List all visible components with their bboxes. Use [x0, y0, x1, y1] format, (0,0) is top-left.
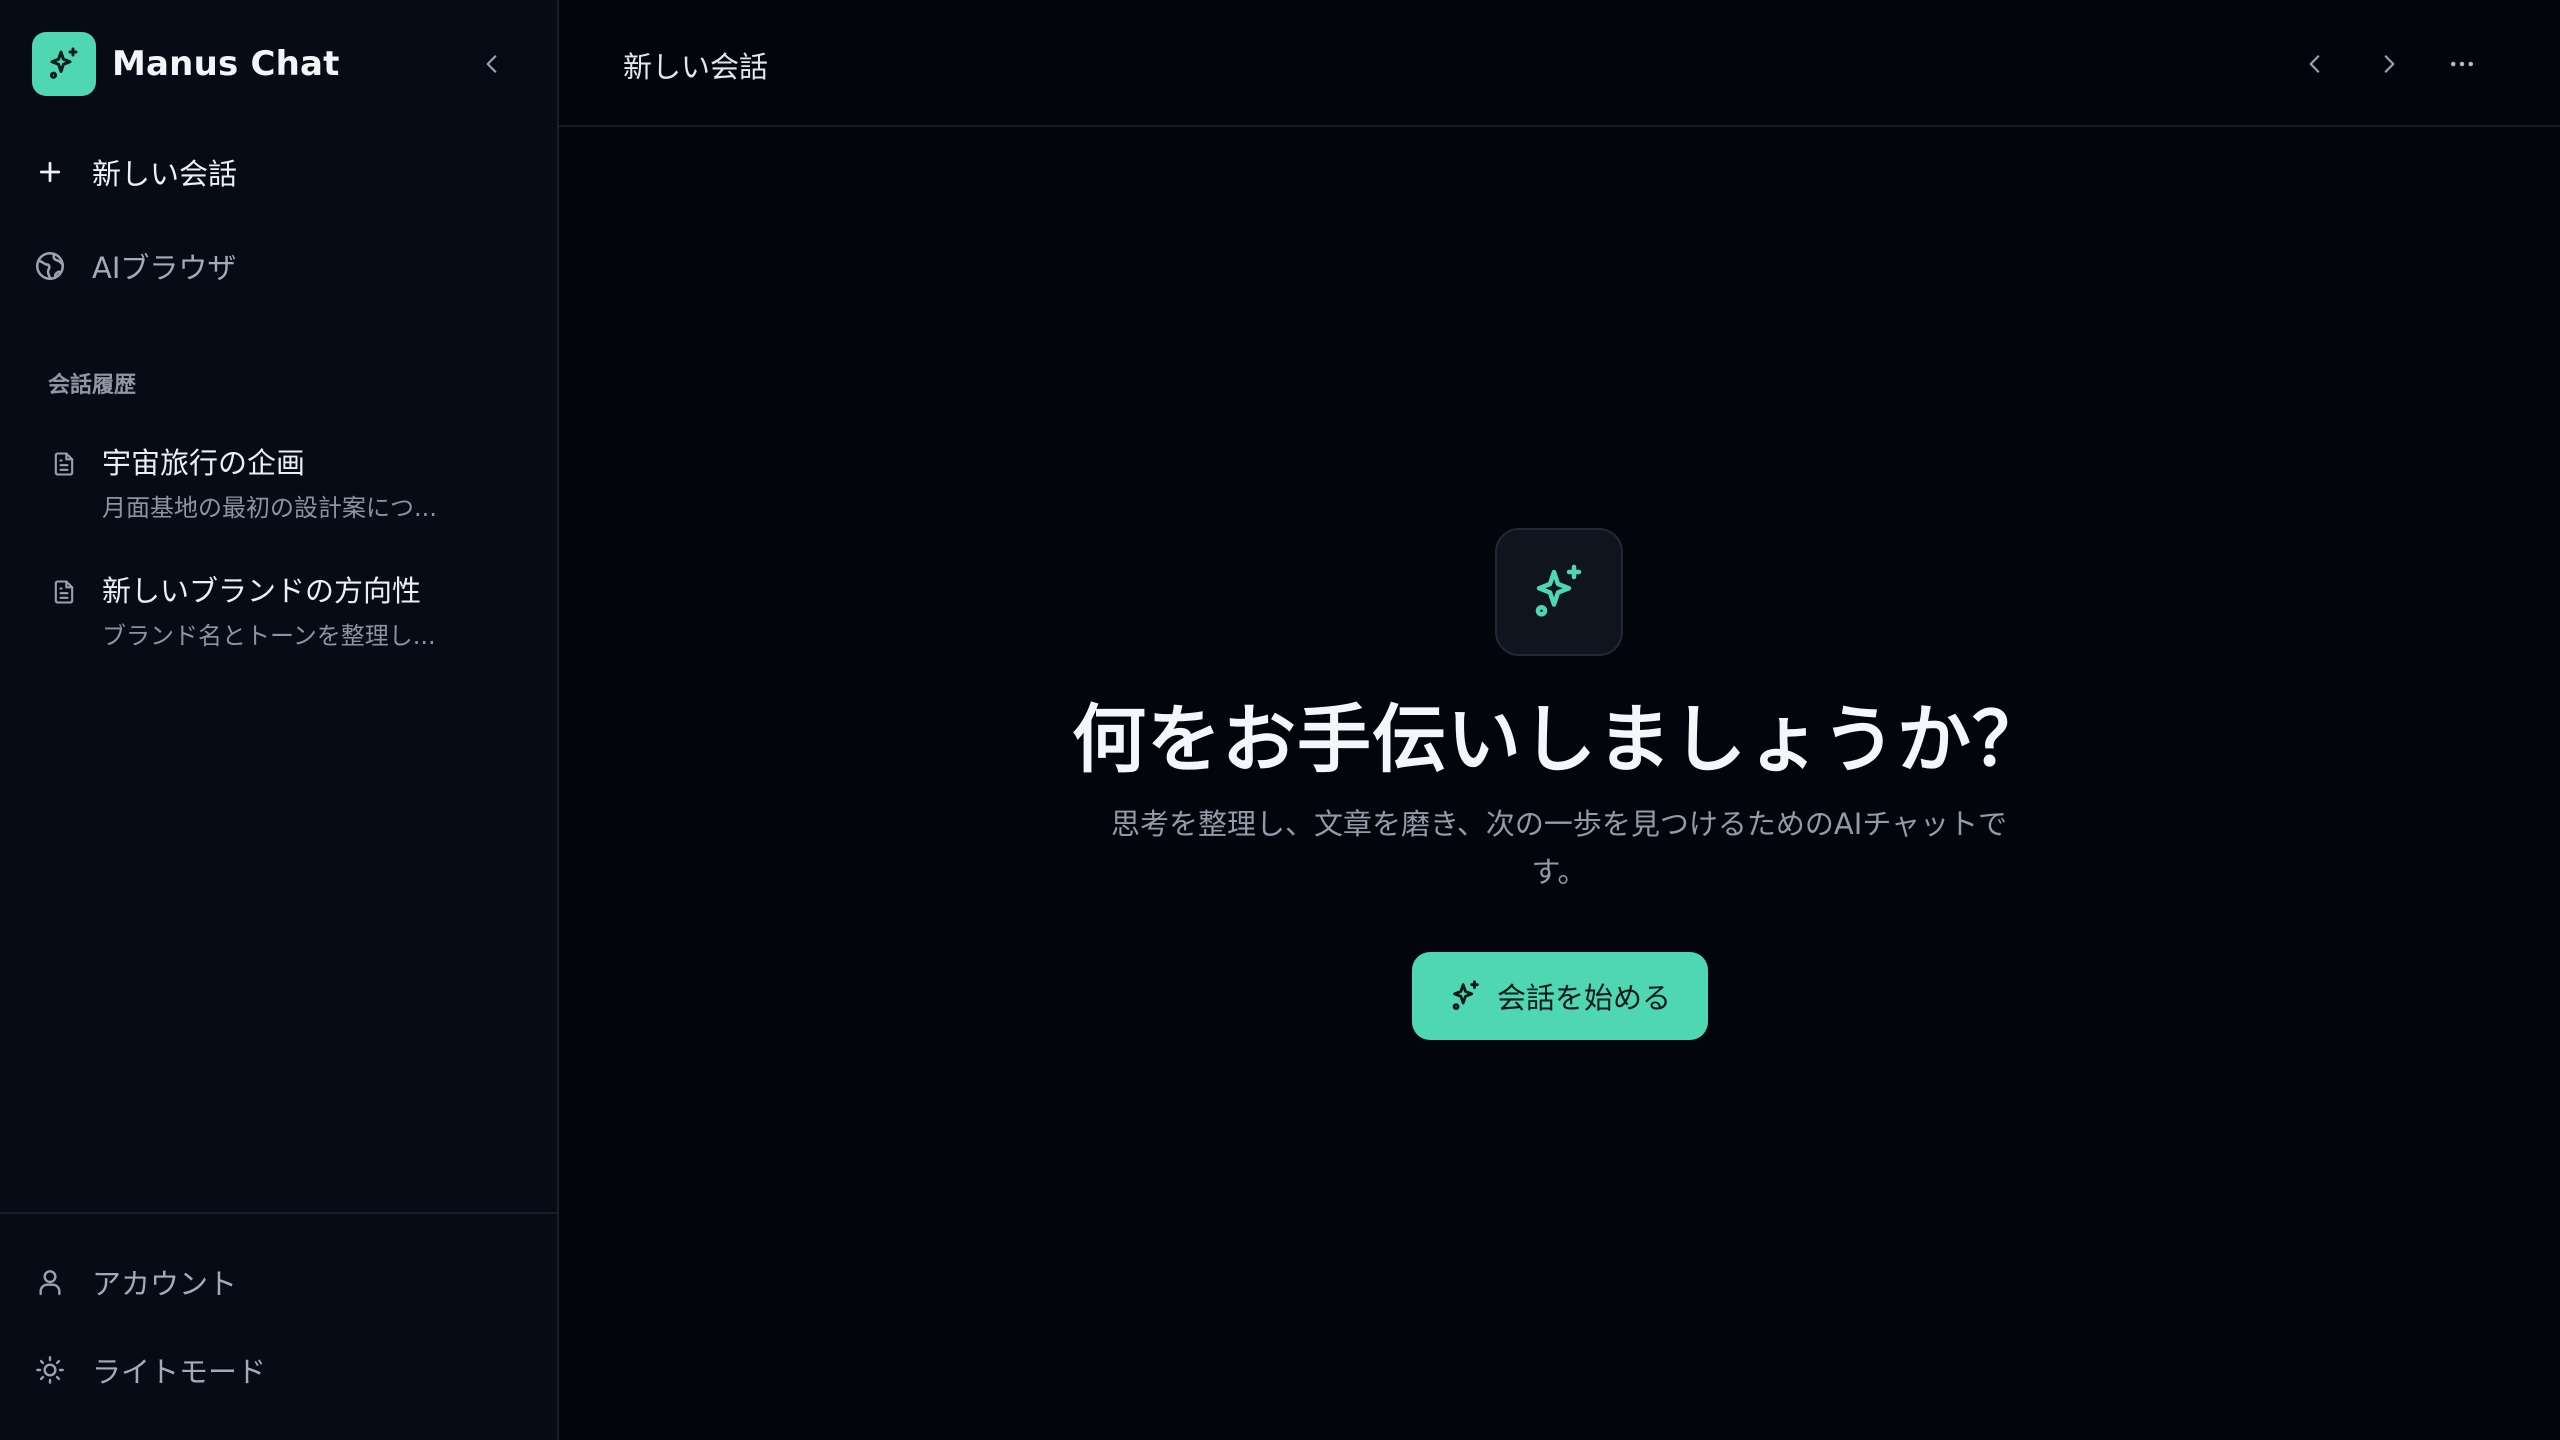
start-conversation-button[interactable]: 会話を始める	[1412, 952, 1708, 1040]
topbar: 新しい会話	[559, 0, 2560, 127]
account-button[interactable]: アカウント	[32, 1250, 527, 1314]
collapse-sidebar-button[interactable]	[472, 44, 512, 84]
document-icon	[46, 446, 82, 482]
app-root: Manus Chat 新しい会話 AIブラウザ 会話履歴 宇宙旅行の企画 月面基…	[0, 0, 2560, 1440]
ai-browser-button[interactable]: AIブラウザ	[32, 234, 527, 298]
brand[interactable]: Manus Chat	[32, 32, 340, 96]
sparkles-icon	[32, 32, 96, 96]
brand-name: Manus Chat	[112, 44, 340, 84]
theme-toggle-button[interactable]: ライトモード	[32, 1338, 527, 1402]
hero-title: 何をお手伝いしましょうか？	[1072, 697, 2047, 783]
sun-icon	[18, 1338, 82, 1402]
user-icon	[18, 1250, 82, 1314]
main-panel: 新しい会話 何をお手伝いしましょうか？ 思考を整理し、文章を磨き、次の一歩を見つ…	[559, 0, 2560, 1440]
globe-icon	[18, 234, 82, 298]
history-item[interactable]: 新しいブランドの方向性 ブランド名とトーンを整理し...	[32, 568, 527, 668]
sidebar-footer	[0, 1212, 557, 1440]
chevron-left-icon	[486, 55, 497, 73]
back-button[interactable]	[2291, 40, 2339, 88]
sparkles-icon	[1449, 979, 1483, 1013]
new-chat-button[interactable]: 新しい会話	[32, 140, 527, 204]
more-options-button[interactable]	[2438, 40, 2486, 88]
sparkles-icon	[1535, 564, 1582, 617]
start-conversation-label: 会話を始める	[1496, 981, 1671, 1015]
page-title: 新しい会話	[623, 50, 769, 84]
history-item-snippet: 月面基地の最初の設計案につ...	[102, 494, 437, 522]
history-item[interactable]: 宇宙旅行の企画 月面基地の最初の設計案につ...	[32, 440, 527, 540]
account-label: アカウント	[92, 1267, 238, 1301]
document-icon	[46, 574, 82, 610]
sidebar: Manus Chat 新しい会話 AIブラウザ 会話履歴 宇宙旅行の企画 月面基…	[0, 0, 559, 1440]
history-heading: 会話履歴	[48, 373, 137, 398]
hero-subtitle: 思考を整理し、文章を磨き、次の一歩を見つけるためのAIチャットです。	[1110, 807, 2008, 889]
history-item-title: 新しいブランドの方向性	[102, 574, 422, 608]
ai-browser-label: AIブラウザ	[92, 251, 237, 285]
theme-label: ライトモード	[92, 1355, 267, 1389]
chevron-left-icon	[2309, 55, 2320, 73]
history-item-title: 宇宙旅行の企画	[102, 446, 306, 480]
plus-icon	[18, 140, 82, 204]
hero-sparkles-icon	[1495, 528, 1623, 656]
history-item-snippet: ブランド名とトーンを整理し...	[102, 622, 436, 650]
chevron-right-icon	[2384, 55, 2395, 73]
more-horizontal-icon	[2451, 61, 2473, 67]
forward-button[interactable]	[2365, 40, 2413, 88]
new-chat-label: 新しい会話	[92, 157, 238, 191]
